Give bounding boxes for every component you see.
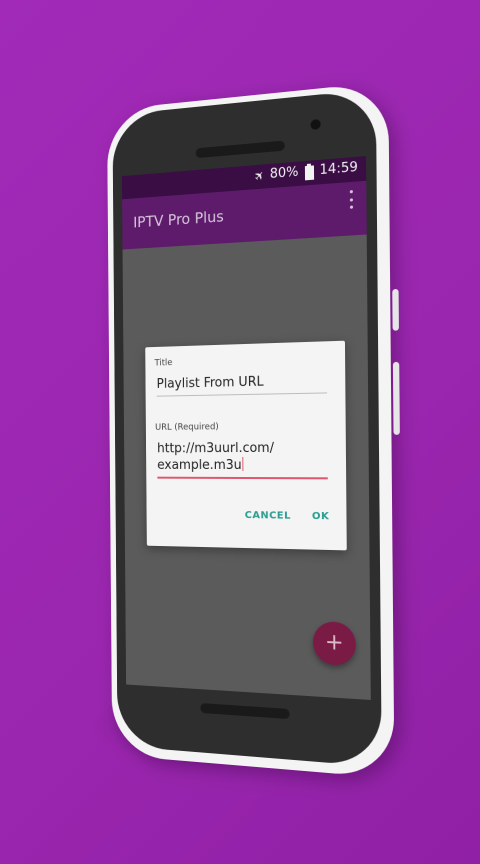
phone-body: ✈ 80% 14:59 IPTV Pro Plus Title Playlist…	[112, 88, 382, 768]
text-cursor	[242, 457, 244, 471]
add-playlist-fab[interactable]: +	[312, 620, 357, 667]
battery-percent: 80%	[269, 164, 299, 183]
top-speaker	[195, 140, 285, 159]
battery-icon	[304, 164, 314, 180]
more-vertical-icon[interactable]	[348, 190, 354, 209]
url-line-1: http://m3uurl.com/	[157, 440, 275, 457]
promo-background: ✈ 80% 14:59 IPTV Pro Plus Title Playlist…	[0, 0, 480, 864]
plus-icon: +	[324, 629, 344, 657]
clock: 14:59	[319, 159, 358, 179]
status-indicators: ✈ 80% 14:59	[250, 159, 358, 184]
url-line-2: example.m3u	[157, 458, 242, 473]
phone: ✈ 80% 14:59 IPTV Pro Plus Title Playlist…	[106, 81, 400, 779]
url-label: URL (Required)	[155, 422, 219, 433]
ok-button[interactable]: OK	[312, 511, 330, 522]
title-label: Title	[154, 358, 173, 369]
url-input[interactable]: http://m3uurl.com/ example.m3u	[157, 439, 328, 480]
phone-frame: ✈ 80% 14:59 IPTV Pro Plus Title Playlist…	[100, 81, 400, 779]
bottom-speaker	[200, 703, 290, 720]
title-input[interactable]: Playlist From URL	[156, 371, 328, 397]
phone-screen: ✈ 80% 14:59 IPTV Pro Plus Title Playlist…	[121, 156, 371, 700]
front-camera	[310, 118, 321, 131]
add-playlist-dialog: Title Playlist From URL URL (Required) h…	[145, 340, 347, 551]
airplane-icon: ✈	[250, 166, 268, 184]
app-title: IPTV Pro Plus	[133, 207, 224, 232]
volume-button	[392, 361, 400, 435]
power-button	[392, 288, 399, 331]
cancel-button[interactable]: CANCEL	[245, 510, 291, 522]
